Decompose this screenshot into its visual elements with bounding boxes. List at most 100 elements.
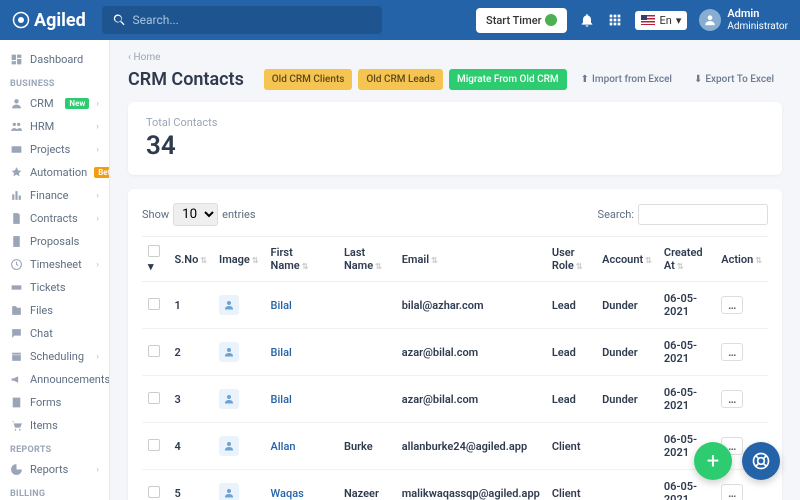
start-timer-button[interactable]: Start Timer bbox=[476, 8, 567, 33]
cell-role: Client bbox=[546, 423, 596, 470]
col-created[interactable]: Created At⇅ bbox=[658, 237, 715, 282]
chevron-down-icon: ▾ bbox=[676, 14, 682, 27]
sidebar-item-tickets[interactable]: Tickets bbox=[0, 276, 109, 299]
cell-first-name[interactable]: Allan bbox=[265, 423, 338, 470]
col-first[interactable]: First Name⇅ bbox=[265, 237, 338, 282]
page-size-select[interactable]: 10 bbox=[173, 203, 218, 226]
user-menu[interactable]: Admin Administrator bbox=[699, 7, 788, 32]
table-row[interactable]: 4AllanBurkeallanburke24@agiled.appClient… bbox=[142, 423, 768, 470]
table-row[interactable]: 5WaqasNazeermalikwaqassqp@agiled.appClie… bbox=[142, 470, 768, 500]
cell-first-name[interactable]: Waqas bbox=[265, 470, 338, 500]
cell-last-name: Burke bbox=[338, 423, 396, 470]
cell-email: azar@bilal.com bbox=[396, 329, 546, 376]
user-name: Admin bbox=[727, 7, 788, 20]
avatar-icon bbox=[219, 483, 239, 500]
files-icon bbox=[10, 304, 23, 317]
row-checkbox[interactable] bbox=[148, 392, 160, 404]
sidebar-item-announcements[interactable]: Announcements bbox=[0, 368, 109, 391]
cell-first-name[interactable]: Bilal bbox=[265, 376, 338, 423]
cell-role: Client bbox=[546, 470, 596, 500]
col-role[interactable]: User Role⇅ bbox=[546, 237, 596, 282]
cell-role: Lead bbox=[546, 329, 596, 376]
sidebar-section-billing: BILLING bbox=[0, 481, 109, 500]
sidebar-item-finance[interactable]: Finance› bbox=[0, 184, 109, 207]
notification-icon[interactable] bbox=[579, 12, 595, 28]
table-row[interactable]: 3Bilalazar@bilal.comLeadDunder06-05-2021… bbox=[142, 376, 768, 423]
sidebar-item-forms[interactable]: Forms bbox=[0, 391, 109, 414]
cell-account: Dunder bbox=[596, 329, 658, 376]
sidebar-item-timesheet[interactable]: Timesheet› bbox=[0, 253, 109, 276]
sidebar-item-scheduling[interactable]: Scheduling› bbox=[0, 345, 109, 368]
total-contacts-card: Total Contacts 34 bbox=[128, 102, 782, 175]
row-checkbox[interactable] bbox=[148, 345, 160, 357]
sidebar-item-crm[interactable]: CRMNew› bbox=[0, 92, 109, 115]
cell-sno: 1 bbox=[168, 282, 213, 329]
row-action-button[interactable]: … bbox=[721, 296, 743, 314]
migrate-button[interactable]: Migrate From Old CRM bbox=[449, 69, 567, 90]
sidebar-item-hrm[interactable]: HRM› bbox=[0, 115, 109, 138]
download-icon: ⬇ bbox=[694, 74, 702, 85]
col-sno[interactable]: S.No⇅ bbox=[168, 237, 213, 282]
col-account[interactable]: Account⇅ bbox=[596, 237, 658, 282]
pie-icon bbox=[10, 463, 23, 476]
col-email[interactable]: Email⇅ bbox=[396, 237, 546, 282]
sidebar-item-projects[interactable]: Projects› bbox=[0, 138, 109, 161]
main-content: ‹ Home CRM Contacts Old CRM Clients Old … bbox=[110, 40, 800, 500]
document-icon bbox=[10, 212, 23, 225]
brand-logo[interactable]: Agiled bbox=[12, 10, 86, 31]
sidebar-item-items[interactable]: Items bbox=[0, 414, 109, 437]
cell-email: azar@bilal.com bbox=[396, 376, 546, 423]
sidebar-item-dashboard[interactable]: Dashboard bbox=[0, 48, 109, 71]
row-action-button[interactable]: … bbox=[721, 343, 743, 361]
avatar-icon bbox=[219, 295, 239, 315]
row-checkbox[interactable] bbox=[148, 298, 160, 310]
avatar-icon bbox=[219, 389, 239, 409]
timer-status-icon bbox=[545, 14, 557, 26]
table-row[interactable]: 2Bilalazar@bilal.comLeadDunder06-05-2021… bbox=[142, 329, 768, 376]
row-action-button[interactable]: … bbox=[721, 484, 743, 500]
cell-first-name[interactable]: Bilal bbox=[265, 329, 338, 376]
cell-sno: 4 bbox=[168, 423, 213, 470]
import-excel-button[interactable]: ⬆Import from Excel bbox=[573, 69, 680, 90]
help-fab-button[interactable] bbox=[742, 442, 780, 480]
cell-created: 06-05-2021 bbox=[658, 376, 715, 423]
language-picker[interactable]: En ▾ bbox=[635, 11, 687, 30]
global-search[interactable] bbox=[102, 6, 382, 34]
col-action[interactable]: Action⇅ bbox=[715, 237, 768, 282]
sidebar-item-contracts[interactable]: Contracts› bbox=[0, 207, 109, 230]
cell-sno: 2 bbox=[168, 329, 213, 376]
breadcrumb[interactable]: ‹ Home bbox=[128, 52, 782, 63]
chat-icon bbox=[10, 327, 23, 340]
chevron-right-icon: › bbox=[96, 99, 99, 109]
row-checkbox[interactable] bbox=[148, 486, 160, 498]
apps-icon[interactable] bbox=[607, 12, 623, 28]
sidebar-item-automation[interactable]: AutomationBeta› bbox=[0, 161, 109, 184]
col-image[interactable]: Image⇅ bbox=[213, 237, 265, 282]
cell-sno: 3 bbox=[168, 376, 213, 423]
topbar: Agiled Start Timer En ▾ Admin Administra… bbox=[0, 0, 800, 40]
sidebar-item-reports[interactable]: Reports› bbox=[0, 458, 109, 481]
cell-last-name: Nazeer bbox=[338, 470, 396, 500]
export-excel-button[interactable]: ⬇Export To Excel bbox=[686, 69, 782, 90]
table-search-input[interactable] bbox=[638, 204, 768, 225]
old-crm-leads-button[interactable]: Old CRM Leads bbox=[358, 69, 443, 90]
col-checkbox[interactable]: ▾ bbox=[142, 237, 168, 282]
cell-first-name[interactable]: Bilal bbox=[265, 282, 338, 329]
cell-last-name bbox=[338, 282, 396, 329]
table-row[interactable]: 1Bilalbilal@azhar.comLeadDunder06-05-202… bbox=[142, 282, 768, 329]
sidebar-item-files[interactable]: Files bbox=[0, 299, 109, 322]
show-label: Show bbox=[142, 208, 169, 221]
sidebar: Dashboard BUSINESS CRMNew› HRM› Projects… bbox=[0, 40, 110, 500]
finance-icon bbox=[10, 189, 23, 202]
new-badge: New bbox=[65, 98, 89, 109]
sidebar-item-chat[interactable]: Chat bbox=[0, 322, 109, 345]
col-last[interactable]: Last Name⇅ bbox=[338, 237, 396, 282]
search-input[interactable] bbox=[132, 13, 371, 27]
row-checkbox[interactable] bbox=[148, 439, 160, 451]
add-fab-button[interactable]: + bbox=[694, 442, 732, 480]
old-crm-clients-button[interactable]: Old CRM Clients bbox=[264, 69, 353, 90]
cell-account: Dunder bbox=[596, 282, 658, 329]
sidebar-item-proposals[interactable]: Proposals bbox=[0, 230, 109, 253]
cell-account: Dunder bbox=[596, 376, 658, 423]
row-action-button[interactable]: … bbox=[721, 390, 743, 408]
